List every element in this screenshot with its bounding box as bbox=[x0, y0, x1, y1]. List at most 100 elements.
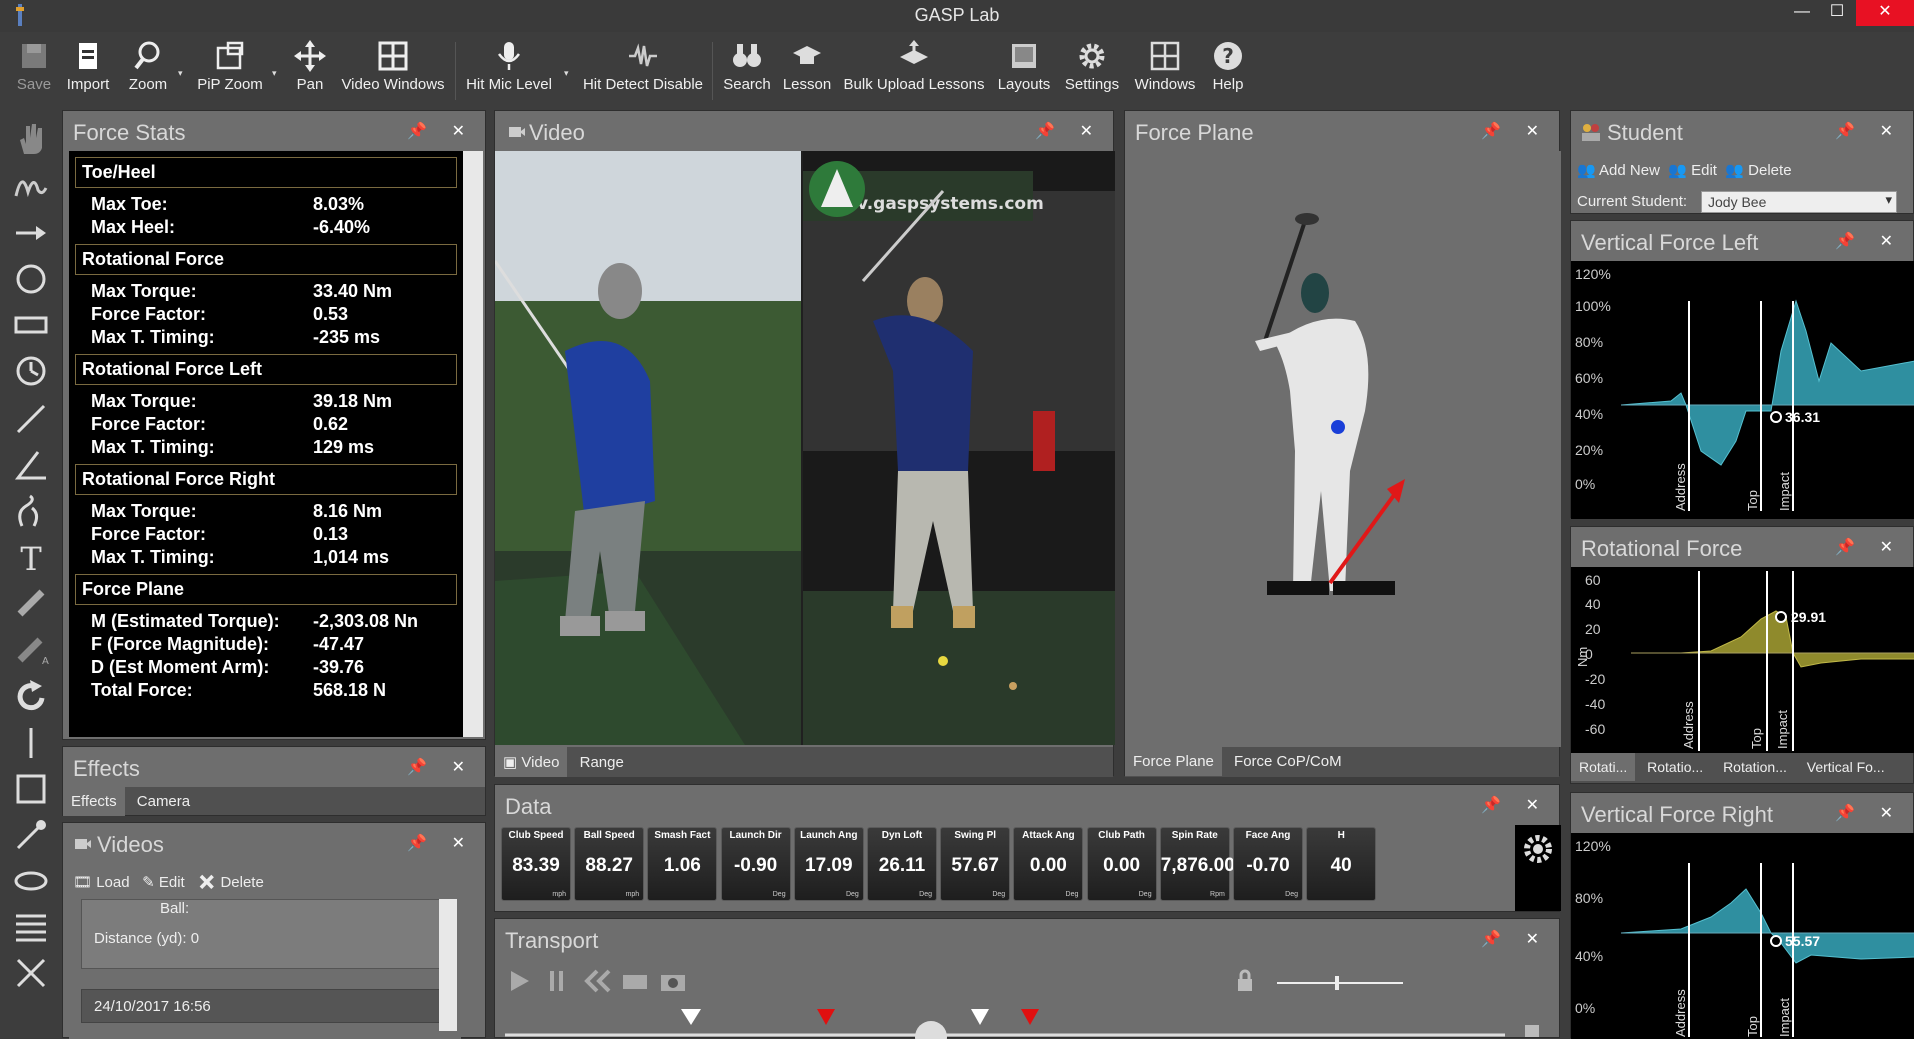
camera-switch-icon[interactable] bbox=[621, 969, 649, 993]
import-button[interactable]: Import bbox=[64, 40, 112, 93]
list-item[interactable]: 24/10/2017 16:56 bbox=[81, 989, 451, 1023]
layouts-button[interactable]: Layouts bbox=[996, 40, 1052, 93]
stats-section-header[interactable]: Rotational Force bbox=[75, 244, 457, 275]
load-button[interactable]: 🎞 Load bbox=[73, 874, 130, 891]
tab-video[interactable]: ▣ Video bbox=[495, 747, 568, 777]
panel-controls[interactable]: 📌 ✕ bbox=[1835, 121, 1903, 141]
chevron-down-icon[interactable]: ▾ bbox=[272, 68, 277, 79]
tab-rotational-2[interactable]: Rotatio... bbox=[1639, 753, 1711, 781]
video-windows-button[interactable]: Video Windows bbox=[340, 40, 446, 93]
line-tool-icon[interactable] bbox=[12, 400, 50, 438]
eyedropper-icon[interactable] bbox=[12, 816, 50, 854]
marker-icon[interactable] bbox=[12, 584, 50, 622]
rectangle-tool-icon[interactable] bbox=[12, 306, 50, 344]
data-tile[interactable]: H 40 bbox=[1306, 827, 1377, 901]
stats-section-header[interactable]: Toe/Heel bbox=[75, 157, 457, 188]
tab-camera[interactable]: Camera bbox=[129, 787, 198, 816]
panel-controls[interactable]: 📌 ✕ bbox=[407, 121, 475, 141]
close-window-button[interactable]: ✕ bbox=[1856, 0, 1914, 26]
scrollbar[interactable] bbox=[463, 151, 483, 737]
lines-icon[interactable] bbox=[12, 908, 50, 946]
panel-controls[interactable]: 📌 ✕ bbox=[1035, 121, 1103, 141]
current-student-select[interactable]: Jody Bee ▾ bbox=[1701, 191, 1897, 213]
rewind-icon[interactable] bbox=[583, 969, 611, 993]
square-tool-icon[interactable] bbox=[12, 770, 50, 808]
help-button[interactable]: ? Help bbox=[1208, 40, 1248, 93]
timeline-scrubber[interactable] bbox=[505, 1007, 1555, 1039]
zoom-button[interactable]: Zoom ▾ bbox=[126, 40, 183, 93]
clock-icon[interactable] bbox=[12, 352, 50, 390]
data-tile[interactable]: Launch Dir -0.90 Deg bbox=[720, 827, 791, 901]
angle-tool-icon[interactable] bbox=[12, 446, 50, 484]
spine-tool-icon[interactable] bbox=[12, 492, 50, 530]
list-item[interactable]: Ball: Distance (yd): 0 bbox=[81, 899, 451, 969]
data-tile[interactable]: Swing Pl 57.67 Deg bbox=[940, 827, 1011, 901]
hit-mic-level-button[interactable]: Hit Mic Level ▾ bbox=[464, 40, 569, 93]
tab-rotational-3[interactable]: Rotation... bbox=[1715, 753, 1795, 781]
data-tile[interactable]: Club Speed 83.39 mph bbox=[501, 827, 571, 901]
video-viewport[interactable]: v.gaspsystems.com bbox=[495, 151, 1115, 745]
search-button[interactable]: Search bbox=[722, 40, 772, 93]
add-new-student-button[interactable]: 👥 Add New bbox=[1577, 162, 1660, 179]
clear-icon[interactable] bbox=[12, 954, 50, 992]
marker-top[interactable] bbox=[971, 1009, 989, 1025]
text-tool-icon[interactable]: T bbox=[12, 538, 50, 576]
save-button[interactable]: Save bbox=[14, 40, 54, 93]
panel-controls[interactable]: 📌 ✕ bbox=[1481, 795, 1549, 815]
hit-detect-disable-button[interactable]: Hit Detect Disable bbox=[582, 40, 704, 93]
lock-icon[interactable] bbox=[1525, 1025, 1539, 1037]
data-tile[interactable]: Face Ang -0.70 Deg bbox=[1233, 827, 1303, 901]
marker-address[interactable] bbox=[681, 1009, 701, 1025]
pan-button[interactable]: Pan bbox=[292, 40, 328, 93]
video-frame-right[interactable]: v.gaspsystems.com bbox=[803, 151, 1115, 745]
data-tile[interactable]: Dyn Loft 26.11 Deg bbox=[867, 827, 937, 901]
settings-button[interactable]: Settings bbox=[1062, 40, 1122, 93]
windows-button[interactable]: Windows bbox=[1132, 40, 1198, 93]
force-plane-3d-view[interactable] bbox=[1125, 151, 1561, 747]
delete-button[interactable]: ✖ Delete bbox=[197, 874, 264, 891]
panel-controls[interactable]: 📌 ✕ bbox=[1835, 537, 1903, 557]
panel-controls[interactable]: 📌 ✕ bbox=[1835, 231, 1903, 251]
video-frame-left[interactable] bbox=[495, 151, 801, 745]
play-icon[interactable] bbox=[507, 969, 531, 993]
lesson-button[interactable]: Lesson bbox=[782, 40, 832, 93]
panel-controls[interactable]: 📌 ✕ bbox=[1481, 929, 1549, 949]
freehand-icon[interactable] bbox=[12, 166, 50, 204]
snapshot-icon[interactable] bbox=[659, 969, 687, 993]
pause-icon[interactable] bbox=[545, 969, 569, 993]
delete-student-button[interactable]: 👥 Delete bbox=[1725, 162, 1791, 179]
chevron-down-icon[interactable]: ▾ bbox=[178, 68, 183, 79]
stats-section-header[interactable]: Rotational Force Right bbox=[75, 464, 457, 495]
panel-controls[interactable]: 📌 ✕ bbox=[407, 833, 475, 853]
data-tile[interactable]: Smash Fact 1.06 bbox=[647, 827, 718, 901]
eraser-icon[interactable]: A bbox=[12, 630, 50, 668]
vertical-force-left-chart[interactable]: 120% 100% 80% 60% 40% 20% 0% Address Top… bbox=[1571, 261, 1914, 519]
stats-section-header[interactable]: Rotational Force Left bbox=[75, 354, 457, 385]
marker-red[interactable] bbox=[1021, 1009, 1039, 1025]
panel-controls[interactable]: 📌 ✕ bbox=[1481, 121, 1549, 141]
ellipse-tool-icon[interactable] bbox=[12, 862, 50, 900]
data-tile[interactable]: Ball Speed 88.27 mph bbox=[574, 827, 645, 901]
maximize-button[interactable]: ☐ bbox=[1815, 0, 1859, 26]
pip-zoom-button[interactable]: PiP Zoom ▾ bbox=[196, 40, 277, 93]
tab-force-plane[interactable]: Force Plane bbox=[1125, 747, 1222, 776]
panel-controls[interactable]: 📌 ✕ bbox=[407, 757, 475, 777]
edit-button[interactable]: ✎ Edit bbox=[142, 874, 185, 891]
speed-slider[interactable] bbox=[1275, 973, 1405, 993]
data-tile[interactable]: Launch Ang 17.09 Deg bbox=[793, 827, 864, 901]
rotate-icon[interactable] bbox=[12, 678, 50, 716]
rotational-force-chart[interactable]: 60 40 20 0 -20 -40 -60 Nm Address Top Im… bbox=[1571, 567, 1914, 753]
arrow-icon[interactable] bbox=[12, 214, 50, 252]
edit-student-button[interactable]: 👥 Edit bbox=[1668, 162, 1717, 179]
tab-vertical-force[interactable]: Vertical Fo... bbox=[1799, 753, 1893, 781]
data-tile[interactable]: Club Path 0.00 Deg bbox=[1086, 827, 1157, 901]
tab-rotational-1[interactable]: Rotati... bbox=[1571, 753, 1636, 781]
playhead-ball[interactable] bbox=[915, 1021, 947, 1039]
chevron-down-icon[interactable]: ▾ bbox=[564, 68, 569, 79]
marker-red[interactable] bbox=[817, 1009, 835, 1025]
stats-section-header[interactable]: Force Plane bbox=[75, 574, 457, 605]
circle-tool-icon[interactable] bbox=[12, 260, 50, 298]
data-settings-button[interactable] bbox=[1515, 825, 1561, 911]
tab-force-cop-com[interactable]: Force CoP/CoM bbox=[1226, 747, 1350, 776]
lock-icon[interactable] bbox=[1235, 969, 1255, 993]
